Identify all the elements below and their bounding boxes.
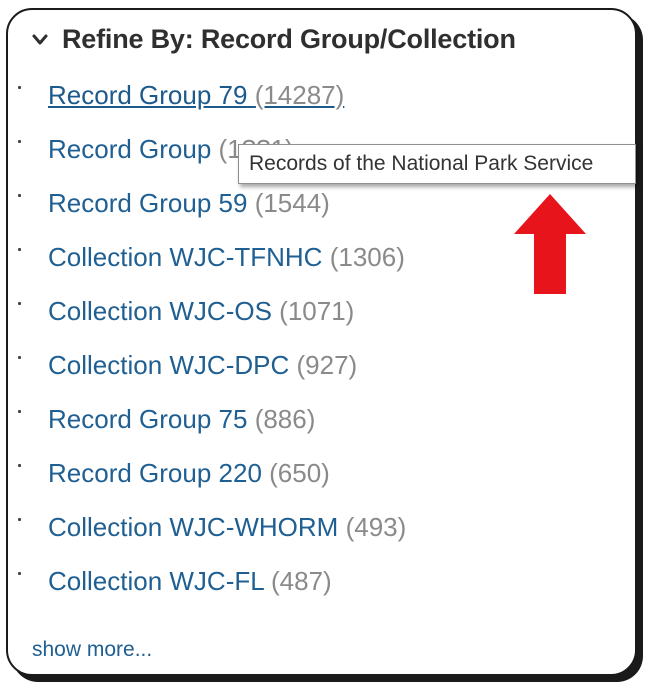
bullet-icon xyxy=(18,86,21,89)
facet-count: (1544) xyxy=(254,188,330,218)
facet-link-collection-wjc-whorm[interactable]: Collection WJC-WHORM (493) xyxy=(48,512,406,543)
facet-label: Record Group 75 xyxy=(48,404,248,434)
facet-link-record-group-59[interactable]: Record Group 59 (1544) xyxy=(48,188,330,219)
facet-label: Collection WJC-DPC xyxy=(48,350,290,380)
facet-count: (886) xyxy=(254,404,316,434)
facet-link-collection-wjc-dpc[interactable]: Collection WJC-DPC (927) xyxy=(48,350,357,381)
facet-link-record-group-220[interactable]: Record Group 220 (650) xyxy=(48,458,330,489)
facet-link-record-group-75[interactable]: Record Group 75 (886) xyxy=(48,404,315,435)
show-more-link[interactable]: show more... xyxy=(32,638,152,662)
facet-link-record-group-79[interactable]: Record Group 79 (14287) xyxy=(48,80,344,111)
facet-count: (487) xyxy=(270,566,332,596)
facet-count: (1306) xyxy=(329,242,405,272)
bullet-icon xyxy=(18,248,21,251)
facet-link-collection-wjc-tfnhc[interactable]: Collection WJC-TFNHC (1306) xyxy=(48,242,405,273)
facet-label: Record Group xyxy=(48,134,219,164)
facet-label: Collection WJC-FL xyxy=(48,566,264,596)
bullet-icon xyxy=(18,194,21,197)
facet-label: Record Group 79 xyxy=(48,80,248,110)
refine-by-facet-panel: Refine By: Record Group/Collection Recor… xyxy=(6,8,637,676)
facet-header-title: Refine By: Record Group/Collection xyxy=(62,24,516,54)
bullet-icon xyxy=(18,464,21,467)
bullet-icon xyxy=(18,356,21,359)
tooltip: Records of the National Park Service xyxy=(238,144,636,184)
facet-label: Collection WJC-OS xyxy=(48,296,272,326)
facet-count: (650) xyxy=(269,458,330,488)
facet-count: (493) xyxy=(345,512,407,542)
facet-header-toggle[interactable]: Refine By: Record Group/Collection xyxy=(32,24,516,55)
facet-count: (927) xyxy=(296,350,358,380)
bullet-icon xyxy=(18,410,21,413)
facet-label: Record Group 220 xyxy=(48,458,262,488)
bullet-icon xyxy=(18,518,21,521)
facet-label: Collection WJC-WHORM xyxy=(48,512,339,542)
facet-label: Collection WJC-TFNHC xyxy=(48,242,323,272)
facet-link-collection-wjc-fl[interactable]: Collection WJC-FL (487) xyxy=(48,566,332,597)
bullet-icon xyxy=(18,140,21,143)
facet-link-collection-wjc-os[interactable]: Collection WJC-OS (1071) xyxy=(48,296,354,327)
bullet-icon xyxy=(18,572,21,575)
up-arrow-icon xyxy=(514,194,586,294)
bullet-icon xyxy=(18,302,21,305)
facet-count: (1071) xyxy=(279,296,355,326)
facet-label: Record Group 59 xyxy=(48,188,248,218)
facet-count: (14287) xyxy=(254,80,345,110)
tooltip-text: Records of the National Park Service xyxy=(249,152,594,175)
chevron-down-icon xyxy=(32,34,48,44)
